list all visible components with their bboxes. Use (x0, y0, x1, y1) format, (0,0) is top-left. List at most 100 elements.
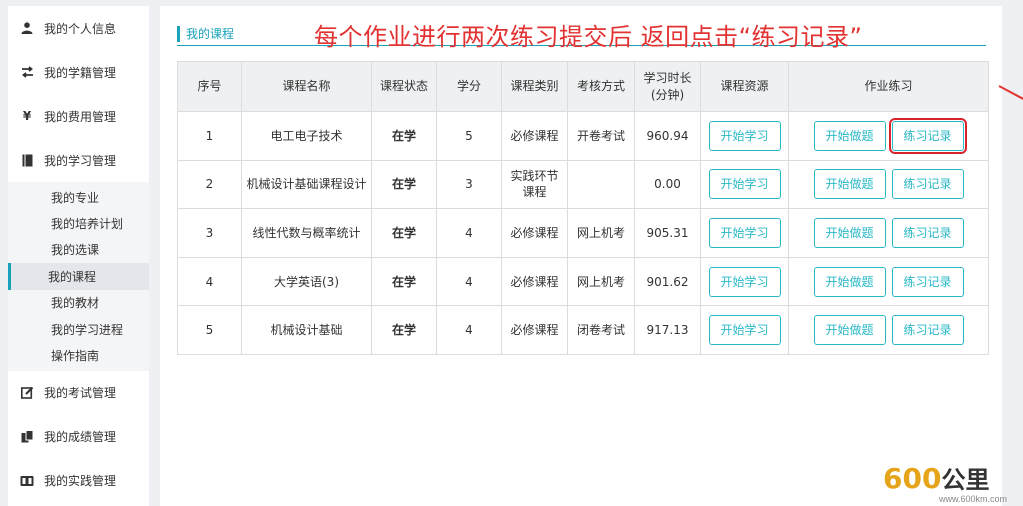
page-title: 我的课程 (177, 26, 234, 42)
header-status: 课程状态 (371, 61, 437, 112)
watermark-word: 公里 (941, 466, 990, 494)
yen-icon: ¥ (22, 109, 32, 123)
annotation-arrow-icon (998, 85, 1023, 100)
header-exam-type: 考核方式 (567, 61, 635, 112)
cell-category: 必修课程 (501, 305, 568, 355)
cell-exam-type: 闭卷考试 (567, 305, 635, 355)
cell-resources: 开始学习 (700, 208, 789, 258)
cell-duration: 0.00 (634, 159, 701, 210)
cell-exercises: 开始做题 练习记录 (788, 256, 989, 307)
menu-item-fees[interactable]: ¥ 我的费用管理 (8, 94, 149, 138)
sub-item-training-plan[interactable]: 我的培养计划 (8, 210, 149, 236)
start-exercise-button[interactable]: 开始做题 (813, 217, 886, 248)
start-exercise-button[interactable]: 开始做题 (813, 169, 886, 200)
cell-credit: 4 (436, 208, 502, 258)
copy-icon (18, 430, 36, 443)
menu-item-label: 我的考试管理 (44, 386, 117, 401)
cell-exercises: 开始做题 练习记录 (788, 111, 989, 161)
watermark-url: www.600km.com (938, 494, 1007, 504)
cell-credit: 3 (436, 159, 502, 210)
sub-item-textbooks[interactable]: 我的教材 (8, 290, 149, 316)
start-learning-button[interactable]: 开始学习 (708, 169, 781, 200)
header-no: 序号 (177, 61, 242, 112)
cell-no: 4 (177, 256, 242, 307)
header-duration-line2: (分钟) (650, 87, 685, 102)
start-learning-button[interactable]: 开始学习 (708, 315, 781, 346)
menu-item-label: 我的学籍管理 (44, 65, 117, 80)
start-learning-button[interactable]: 开始学习 (708, 266, 781, 297)
menu-item-enrollment[interactable]: 我的学籍管理 (8, 50, 149, 94)
menu-item-label: 我的个人信息 (44, 21, 117, 36)
menu-item-label: 我的学习管理 (44, 153, 117, 168)
cell-status: 在学 (371, 159, 437, 210)
cell-exam-type (567, 159, 635, 210)
cell-duration: 905.31 (634, 208, 701, 258)
practice-record-button[interactable]: 练习记录 (891, 217, 964, 248)
cell-category: 实践环节课程 (501, 159, 568, 210)
header-duration-line1: 学习时长 (643, 70, 692, 85)
menu-item-label: 我的成绩管理 (44, 430, 117, 445)
cell-status: 在学 (371, 208, 437, 258)
cell-resources: 开始学习 (700, 111, 789, 161)
cell-category: 必修课程 (501, 256, 568, 307)
cell-credit: 5 (436, 111, 502, 161)
menu-item-grades[interactable]: 我的成绩管理 (8, 415, 149, 459)
start-learning-button[interactable]: 开始学习 (708, 120, 781, 151)
practice-icon (18, 475, 36, 487)
menu-item-exams[interactable]: 我的考试管理 (8, 371, 149, 415)
cell-duration: 960.94 (634, 111, 701, 161)
cell-no: 1 (177, 111, 242, 161)
cell-no: 5 (177, 305, 242, 355)
start-learning-button[interactable]: 开始学习 (708, 217, 781, 248)
cell-course-name: 大学英语(3) (241, 256, 372, 307)
sub-item-course-selection[interactable]: 我的选课 (8, 237, 149, 263)
sub-item-major[interactable]: 我的专业 (8, 184, 149, 210)
cell-exercises: 开始做题 练习记录 (788, 305, 989, 355)
sub-item-my-courses[interactable]: 我的课程 (8, 263, 149, 290)
header-resources: 课程资源 (700, 61, 789, 112)
cell-no: 2 (177, 159, 242, 210)
cell-resources: 开始学习 (700, 256, 789, 307)
sub-item-guide[interactable]: 操作指南 (8, 342, 149, 368)
table-row: 4 大学英语(3) 在学 4 必修课程 网上机考 901.62 开始学习 开始做… (177, 256, 989, 307)
table-row: 3 线性代数与概率统计 在学 4 必修课程 网上机考 905.31 开始学习 开… (177, 208, 989, 258)
table-row: 2 机械设计基础课程设计 在学 3 实践环节课程 0.00 开始学习 开始做题练… (177, 159, 989, 210)
cell-resources: 开始学习 (700, 159, 789, 210)
menu-item-study[interactable]: 我的学习管理 (8, 138, 149, 182)
cell-status: 在学 (371, 256, 437, 307)
cell-status: 在学 (371, 111, 437, 161)
start-exercise-button[interactable]: 开始做题 (813, 315, 886, 346)
cell-credit: 4 (436, 256, 502, 307)
table-header-row: 序号 课程名称 课程状态 学分 课程类别 考核方式 学习时长 (分钟) 课程资源 … (177, 61, 989, 112)
start-exercise-button[interactable]: 开始做题 (813, 120, 886, 151)
header-course-name: 课程名称 (241, 61, 372, 112)
header-duration: 学习时长 (分钟) (634, 61, 701, 112)
practice-record-button[interactable]: 练习记录 (891, 169, 964, 200)
sidebar: 我的个人信息 我的学籍管理 ¥ 我的费用管理 我的学习管理 我的专业 我的培养计… (8, 6, 149, 506)
cell-course-name: 机械设计基础课程设计 (241, 159, 372, 210)
menu-item-personal-info[interactable]: 我的个人信息 (8, 6, 149, 50)
practice-record-button[interactable]: 练习记录 (888, 117, 967, 154)
courses-table: 序号 课程名称 课程状态 学分 课程类别 考核方式 学习时长 (分钟) 课程资源 … (177, 61, 989, 355)
cell-duration: 901.62 (634, 256, 701, 307)
menu-item-label: 我的费用管理 (44, 109, 117, 124)
menu-item-practice[interactable]: 我的实践管理 (8, 459, 149, 503)
study-submenu: 我的专业 我的培养计划 我的选课 我的课程 我的教材 我的学习进程 操作指南 (8, 182, 149, 371)
main-content: 我的课程 每个作业进行两次练习提交后 返回点击“练习记录” 序号 课程名称 课程… (160, 6, 1023, 506)
header-category: 课程类别 (501, 61, 568, 112)
table-row: 5 机械设计基础 在学 4 必修课程 闭卷考试 917.13 开始学习 开始做题… (177, 305, 989, 355)
cell-credit: 4 (436, 305, 502, 355)
practice-record-button[interactable]: 练习记录 (891, 266, 964, 297)
cell-exercises: 开始做题 练习记录 (788, 159, 989, 210)
cell-exercises: 开始做题 练习记录 (788, 208, 989, 258)
book-icon (18, 154, 36, 167)
cell-status: 在学 (371, 305, 437, 355)
cell-exam-type: 网上机考 (567, 256, 635, 307)
practice-record-button[interactable]: 练习记录 (891, 315, 964, 346)
cell-category: 必修课程 (501, 111, 568, 161)
cell-exam-type: 网上机考 (567, 208, 635, 258)
sub-item-study-progress[interactable]: 我的学习进程 (8, 316, 149, 342)
person-icon (18, 22, 36, 34)
watermark-number: 600 (883, 462, 942, 495)
start-exercise-button[interactable]: 开始做题 (813, 266, 886, 297)
